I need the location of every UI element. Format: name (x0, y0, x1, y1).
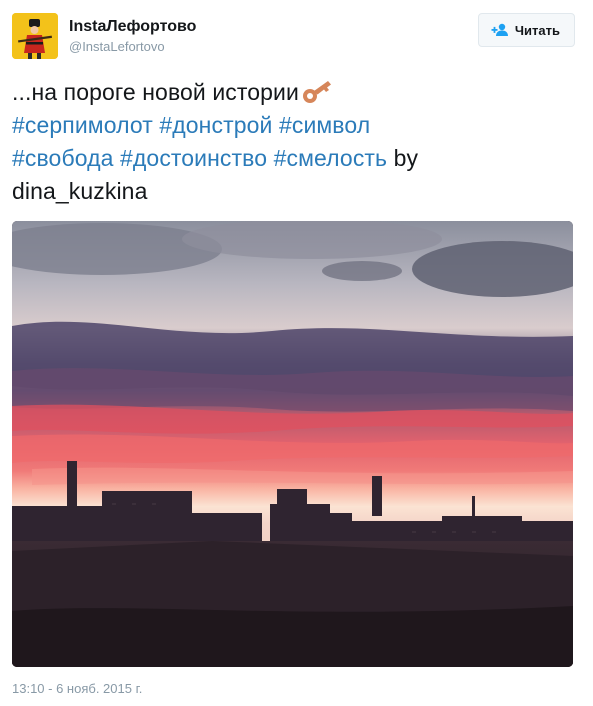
hashtag-link[interactable]: #серпимолот (12, 112, 153, 138)
tweet-card: InstaЛефортово @InstaLefortovo Читать ..… (0, 0, 593, 706)
display-name[interactable]: InstaЛефортово (69, 17, 196, 37)
tweet-photo[interactable] (12, 221, 573, 667)
follow-button-label: Читать (514, 22, 560, 38)
key-icon (301, 79, 335, 105)
hashtag-link[interactable]: #достоинство (120, 145, 267, 171)
tweet-timestamp[interactable]: 13:10 - 6 нояб. 2015 г. (12, 681, 142, 696)
user-handle[interactable]: @InstaLefortovo (69, 38, 196, 56)
soldier-icon (12, 13, 58, 59)
hashtag-link[interactable]: #символ (279, 112, 370, 138)
follow-button[interactable]: Читать (477, 13, 575, 47)
tweet-header: InstaЛефортово @InstaLefortovo Читать (12, 13, 575, 59)
tweet-text-prefix: ...на пороге новой истории (12, 79, 299, 105)
tweet-text-credit: dina_kuzkina (12, 178, 148, 204)
add-user-icon (491, 23, 509, 37)
author-names: InstaЛефортово @InstaLefortovo (69, 17, 196, 56)
tweet-text: ...на пороге новой истории #серпимолот #… (12, 76, 577, 208)
avatar[interactable] (12, 13, 58, 59)
tweet-text-by: by (393, 145, 419, 171)
hashtag-link[interactable]: #свобода (12, 145, 114, 171)
sunset-cityscape-image (12, 221, 573, 667)
hashtag-link[interactable]: #донстрой (159, 112, 272, 138)
hashtag-link[interactable]: #смелость (274, 145, 388, 171)
